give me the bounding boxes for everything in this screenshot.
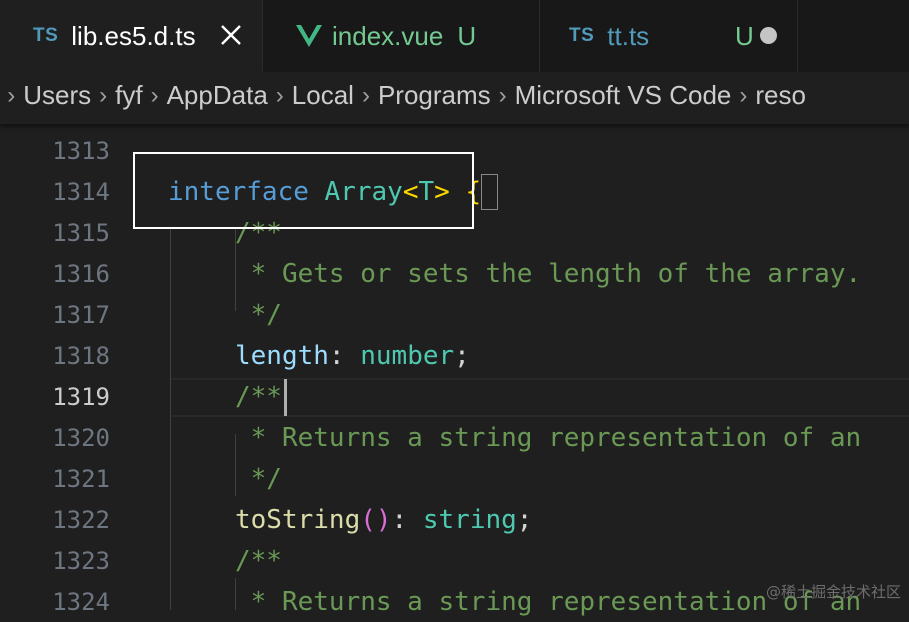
code-text: * Gets or sets the length of the array. — [235, 258, 862, 289]
unsaved-dot-icon[interactable] — [760, 27, 777, 44]
tab-lib-es5[interactable]: TS lib.es5.d.ts — [0, 0, 263, 72]
code-text: toString(): string; — [235, 504, 533, 535]
tab-tt-ts[interactable]: TS tt.ts U — [540, 0, 798, 72]
breadcrumb-item[interactable]: Microsoft VS Code — [515, 80, 732, 111]
chevron-right-icon: › — [498, 81, 507, 109]
line-number: 1316 — [52, 259, 110, 288]
breadcrumb-item[interactable]: Local — [292, 80, 354, 111]
line-number: 1320 — [52, 423, 110, 452]
line-number: 1324 — [52, 587, 110, 616]
tab-index-vue[interactable]: index.vue U — [263, 0, 540, 72]
chevron-right-icon: › — [7, 81, 16, 109]
breadcrumb-item[interactable]: Users — [23, 80, 91, 111]
code-text: */ — [235, 463, 282, 494]
line-number: 1315 — [52, 218, 110, 247]
line-number: 1322 — [52, 505, 110, 534]
watermark: @稀土掘金技术社区 — [765, 583, 901, 601]
line-number: 1318 — [52, 341, 110, 370]
line-number: 1313 — [52, 136, 110, 165]
code-text: */ — [235, 299, 282, 330]
code-text: /** — [235, 545, 282, 576]
typescript-icon: TS — [569, 25, 595, 46]
breadcrumb-item[interactable]: reso — [755, 80, 806, 111]
close-icon[interactable] — [219, 23, 243, 47]
tab-label: tt.ts — [607, 20, 650, 51]
chevron-right-icon: › — [150, 81, 159, 109]
breadcrumb-item[interactable]: Programs — [378, 80, 491, 111]
breadcrumb: : › Users › fyf › AppData › Local › Prog… — [0, 72, 909, 124]
code-line: 1316 * Gets or sets the length of the ar… — [0, 253, 909, 294]
git-untracked-badge: U — [735, 20, 754, 51]
chevron-right-icon: › — [739, 81, 748, 109]
tab-bar: TS lib.es5.d.ts index.vue U TS tt.ts U — [0, 0, 909, 72]
text-cursor — [284, 379, 287, 416]
git-untracked-badge: U — [457, 20, 477, 51]
typescript-icon: TS — [33, 25, 59, 46]
chevron-right-icon: › — [275, 81, 284, 109]
line-number: 1319 — [52, 382, 110, 411]
code-line: 1320 * Returns a string representation o… — [0, 417, 909, 458]
code-text: * Returns a string representation of an — [235, 422, 862, 453]
line-number: 1317 — [52, 300, 110, 329]
bracket-match-highlight — [481, 174, 498, 210]
vue-icon — [296, 25, 322, 47]
tab-label: lib.es5.d.ts — [71, 20, 196, 51]
line-number: 1321 — [52, 464, 110, 493]
code-line: 1319 /** — [0, 376, 909, 417]
code-text: length: number; — [235, 340, 470, 371]
breadcrumb-item[interactable]: fyf — [115, 80, 142, 111]
code-line: 1317 */ — [0, 294, 909, 335]
code-line: 1321 */ — [0, 458, 909, 499]
code-line: 1318 length: number; — [0, 335, 909, 376]
chevron-right-icon: › — [99, 81, 108, 109]
line-number: 1323 — [52, 546, 110, 575]
code-editor[interactable]: 1313 1314 interface Array<T> { 1315 /** … — [0, 124, 909, 617]
code-text: /** — [235, 381, 282, 412]
code-line: 1323 /** — [0, 540, 909, 581]
chevron-right-icon: › — [361, 81, 370, 109]
code-line: 1322 toString(): string; — [0, 499, 909, 540]
line-number: 1314 — [52, 177, 110, 206]
tab-label: index.vue — [332, 20, 444, 51]
annotation-box — [133, 152, 474, 229]
breadcrumb-item[interactable]: AppData — [167, 80, 268, 111]
